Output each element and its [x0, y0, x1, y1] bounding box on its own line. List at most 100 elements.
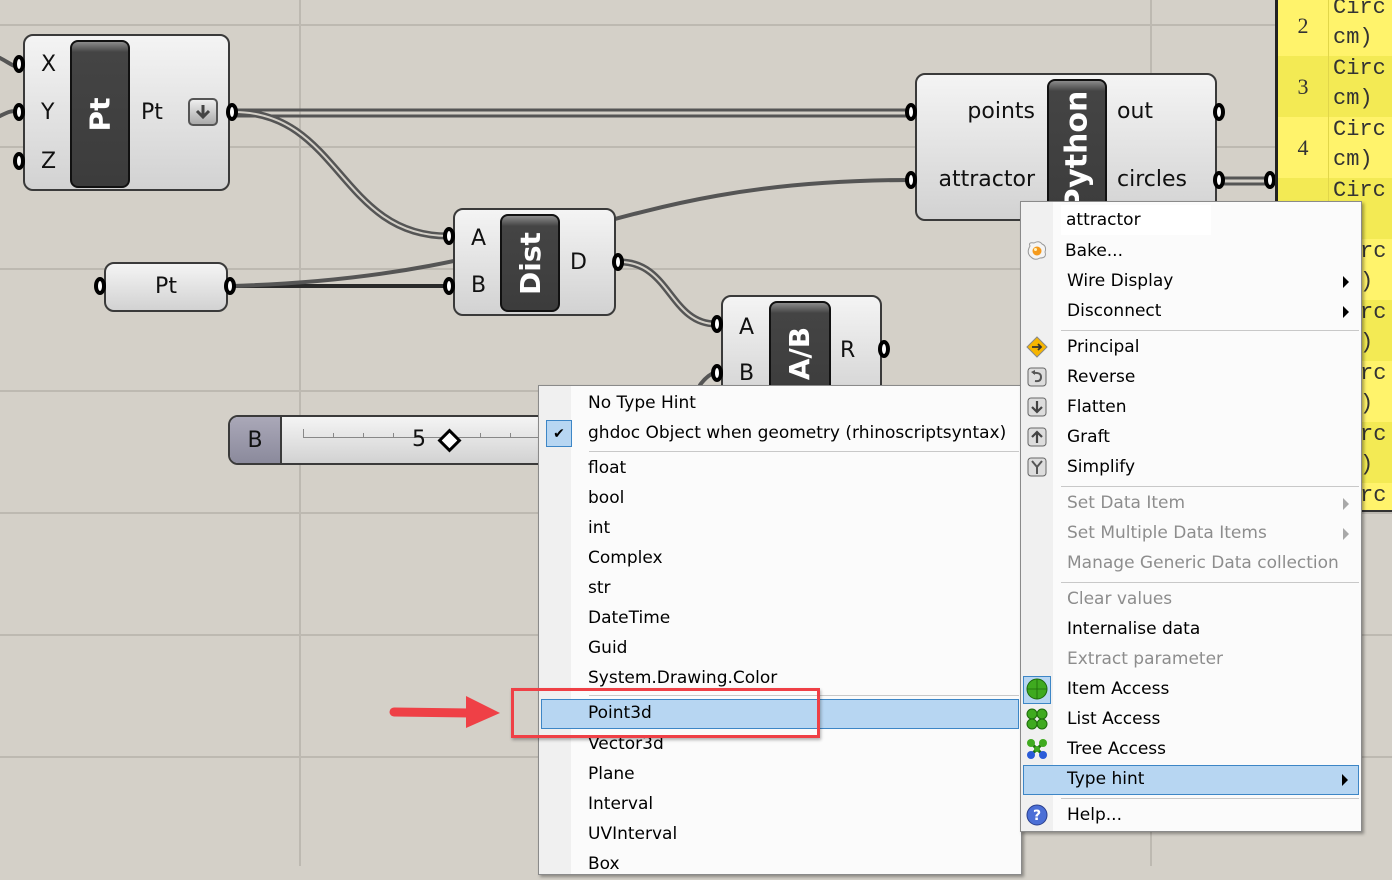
menu-item-set-data-item[interactable]: Set Data Item: [1023, 489, 1359, 519]
menu-item-no-type-hint[interactable]: No Type Hint: [541, 389, 1019, 419]
menu-item-complex[interactable]: Complex: [541, 544, 1019, 574]
input-a-label: A: [739, 315, 755, 340]
construct-point-component[interactable]: X Y Z Pt Pt: [23, 34, 230, 191]
input-b-label: B: [471, 273, 487, 298]
menu-item-ghdoc-object[interactable]: ✔ ghdoc Object when geometry (rhinoscrip…: [541, 419, 1019, 449]
menu-item-disconnect[interactable]: Disconnect: [1023, 297, 1359, 327]
slider-grip[interactable]: [437, 428, 462, 453]
input-port-point-param[interactable]: [94, 277, 106, 295]
input-z-label: Z: [41, 149, 57, 174]
python-component[interactable]: points attractor Python out circles: [915, 73, 1217, 221]
menu-item-datetime[interactable]: DateTime: [541, 604, 1019, 634]
submenu-arrow-icon: [1343, 306, 1349, 318]
input-port-a[interactable]: [443, 227, 455, 245]
menu-item-set-multiple-data-items[interactable]: Set Multiple Data Items: [1023, 519, 1359, 549]
menu-separator: [1061, 798, 1359, 799]
parameter-name-field[interactable]: attractor: [1061, 205, 1211, 235]
menu-separator: [1061, 330, 1359, 331]
distance-component[interactable]: A B Dist D: [453, 208, 616, 316]
panel-row: 4 Circ cm): [1278, 117, 1392, 178]
input-port-y[interactable]: [13, 103, 25, 121]
wire: [616, 258, 720, 328]
principal-icon: [1026, 336, 1048, 358]
menu-item-str[interactable]: str: [541, 574, 1019, 604]
point-parameter[interactable]: Pt: [104, 262, 228, 312]
menu-item-flatten[interactable]: Flatten: [1023, 393, 1359, 423]
menu-item-plane[interactable]: Plane: [541, 760, 1019, 790]
menu-item-uvinterval[interactable]: UVInterval: [541, 820, 1019, 850]
menu-item-simplify[interactable]: Simplify: [1023, 453, 1359, 483]
menu-item-interval[interactable]: Interval: [541, 790, 1019, 820]
menu-item-guid[interactable]: Guid: [541, 634, 1019, 664]
parameter-context-menu: attractor Bake... Wire Display Disconnec…: [1020, 201, 1362, 832]
menu-item-help[interactable]: ? Help...: [1023, 801, 1359, 831]
menu-item-reverse[interactable]: Reverse: [1023, 363, 1359, 393]
annotation-highlight-box: [511, 688, 820, 738]
input-port-b[interactable]: [711, 364, 723, 382]
list-access-icon: [1026, 708, 1048, 730]
menu-item-clear-values[interactable]: Clear values: [1023, 585, 1359, 615]
component-nickname[interactable]: Dist: [500, 214, 560, 312]
output-r-label: R: [840, 338, 856, 363]
svg-text:?: ?: [1033, 808, 1041, 824]
menu-item-wire-display[interactable]: Wire Display: [1023, 267, 1359, 297]
component-nickname[interactable]: Python: [1047, 79, 1107, 221]
output-port-pt[interactable]: [226, 103, 238, 121]
tree-access-icon: [1027, 739, 1047, 759]
input-b-label: B: [739, 361, 755, 386]
menu-item-tree-access[interactable]: Tree Access: [1023, 735, 1359, 765]
input-port-a[interactable]: [711, 315, 723, 333]
menu-item-float[interactable]: float: [541, 454, 1019, 484]
flatten-arrow-icon[interactable]: [188, 98, 218, 126]
simplify-icon: [1027, 457, 1047, 477]
checkmark-icon: ✔: [546, 420, 572, 447]
menu-item-principal[interactable]: Principal: [1023, 333, 1359, 363]
panel-row: 2 Circ cm): [1278, 0, 1392, 56]
input-port-b[interactable]: [443, 277, 455, 295]
menu-item-internalise-data[interactable]: Internalise data: [1023, 615, 1359, 645]
menu-item-graft[interactable]: Graft: [1023, 423, 1359, 453]
submenu-arrow-icon: [1343, 528, 1349, 540]
panel-row: 3 Circ cm): [1278, 56, 1392, 117]
output-port-point-param[interactable]: [224, 277, 236, 295]
number-slider[interactable]: B 5: [228, 415, 548, 465]
menu-item-manage-generic-data[interactable]: Manage Generic Data collection: [1023, 549, 1359, 579]
input-port-z[interactable]: [13, 152, 25, 170]
menu-item-bool[interactable]: bool: [541, 484, 1019, 514]
menu-item-box[interactable]: Box: [541, 850, 1019, 880]
input-port-x[interactable]: [13, 55, 25, 73]
output-port-r[interactable]: [878, 340, 890, 358]
submenu-arrow-icon: [1343, 276, 1349, 288]
input-a-label: A: [471, 226, 487, 251]
submenu-arrow-icon: [1343, 498, 1349, 510]
menu-item-extract-parameter[interactable]: Extract parameter: [1023, 645, 1359, 675]
output-d-label: D: [570, 250, 587, 275]
type-hint-submenu: No Type Hint ✔ ghdoc Object when geometr…: [538, 385, 1022, 875]
menu-item-type-hint[interactable]: Type hint: [1023, 765, 1359, 795]
point-param-label: Pt: [155, 274, 177, 299]
component-nickname[interactable]: Pt: [70, 40, 130, 188]
menu-item-item-access[interactable]: Item Access: [1023, 675, 1359, 705]
output-port-circles[interactable]: [1213, 171, 1225, 189]
input-y-label: Y: [41, 100, 55, 125]
item-access-icon: [1026, 678, 1048, 700]
output-circles-label: circles: [1117, 167, 1187, 192]
submenu-arrow-icon: [1342, 774, 1348, 786]
output-out-label: out: [1117, 99, 1154, 124]
input-points-label: points: [967, 99, 1035, 124]
input-port-attractor[interactable]: [905, 171, 917, 189]
slider-value: 5: [412, 427, 426, 452]
menu-item-bake[interactable]: Bake...: [1023, 237, 1359, 267]
output-pt-label: Pt: [141, 100, 163, 125]
slider-name: B: [230, 417, 282, 463]
annotation-arrow-icon: [389, 696, 500, 728]
menu-separator: [1061, 486, 1359, 487]
menu-item-int[interactable]: int: [541, 514, 1019, 544]
graft-icon: [1027, 427, 1047, 447]
input-port-points[interactable]: [905, 103, 917, 121]
output-port-out[interactable]: [1213, 103, 1225, 121]
menu-item-list-access[interactable]: List Access: [1023, 705, 1359, 735]
bake-egg-icon: [1027, 241, 1047, 260]
help-icon: ?: [1026, 804, 1048, 826]
output-port-d[interactable]: [612, 253, 624, 271]
